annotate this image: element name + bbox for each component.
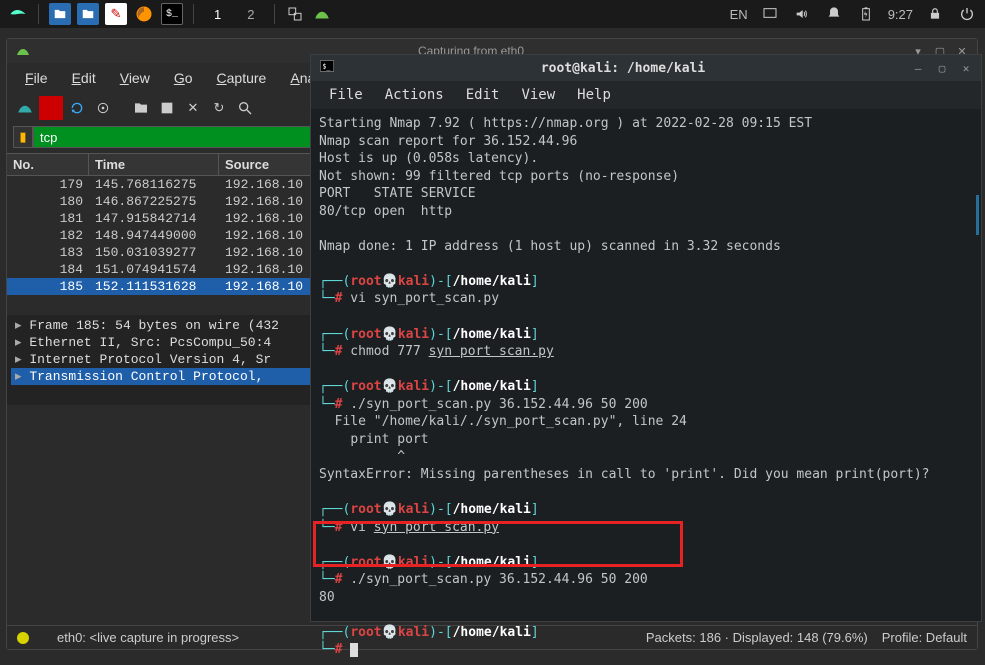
- taskbar-app-terminal[interactable]: $_: [161, 3, 183, 25]
- capture-options-icon[interactable]: [91, 96, 115, 120]
- lock-icon[interactable]: [925, 4, 945, 24]
- taskbar-app-editor[interactable]: ✎: [105, 3, 127, 25]
- taskbar-window-switch-icon[interactable]: [285, 4, 305, 24]
- start-capture-icon[interactable]: [13, 96, 37, 120]
- battery-icon[interactable]: [856, 4, 876, 24]
- term-menu-view[interactable]: View: [511, 85, 565, 105]
- wireshark-fin-icon: [15, 43, 31, 59]
- term-menu-actions[interactable]: Actions: [375, 85, 454, 105]
- system-taskbar: ✎ $_ 1 2 EN 9:27: [0, 0, 985, 28]
- save-icon[interactable]: [155, 96, 179, 120]
- col-time[interactable]: Time: [89, 154, 219, 175]
- display-icon[interactable]: [760, 4, 780, 24]
- stop-capture-icon[interactable]: [39, 96, 63, 120]
- menu-capture[interactable]: Capture: [207, 67, 277, 89]
- terminal-titlebar[interactable]: $_ root@kali: /home/kali – ▢ ✕: [311, 55, 981, 81]
- svg-text:$_: $_: [322, 63, 330, 71]
- kali-menu-icon[interactable]: [8, 4, 28, 24]
- term-menu-edit[interactable]: Edit: [456, 85, 510, 105]
- capture-live-dot-icon: [17, 632, 29, 644]
- restart-capture-icon[interactable]: [65, 96, 89, 120]
- taskbar-app-firefox[interactable]: [133, 3, 155, 25]
- terminal-scrollbar[interactable]: [976, 195, 979, 235]
- col-no[interactable]: No.: [7, 154, 89, 175]
- close-file-icon[interactable]: ✕: [181, 96, 205, 120]
- taskbar-app-files[interactable]: [49, 3, 71, 25]
- menu-view[interactable]: View: [110, 67, 160, 89]
- taskbar-app-wireshark[interactable]: [311, 3, 333, 25]
- term-menu-help[interactable]: Help: [567, 85, 621, 105]
- reload-icon[interactable]: ↻: [207, 96, 231, 120]
- filter-bookmark-icon[interactable]: ▮: [13, 126, 33, 148]
- menu-edit[interactable]: Edit: [62, 67, 106, 89]
- taskbar-app-filemgr[interactable]: [77, 3, 99, 25]
- term-minimize-button[interactable]: –: [911, 61, 925, 75]
- notification-icon[interactable]: [824, 4, 844, 24]
- terminal-content[interactable]: Starting Nmap 7.92 ( https://nmap.org ) …: [311, 109, 981, 665]
- term-maximize-button[interactable]: ▢: [935, 61, 949, 75]
- open-file-icon[interactable]: [129, 96, 153, 120]
- terminal-window: $_ root@kali: /home/kali – ▢ ✕ File Acti…: [310, 54, 982, 622]
- taskbar-lang[interactable]: EN: [730, 7, 748, 22]
- term-menu-file[interactable]: File: [319, 85, 373, 105]
- taskbar-clock[interactable]: 9:27: [888, 7, 913, 22]
- power-icon[interactable]: [957, 4, 977, 24]
- terminal-app-icon: $_: [319, 58, 335, 78]
- term-close-button[interactable]: ✕: [959, 61, 973, 75]
- terminal-menubar: File Actions Edit View Help: [311, 81, 981, 109]
- terminal-title: root@kali: /home/kali: [345, 61, 901, 76]
- workspace-2[interactable]: 2: [237, 5, 264, 24]
- volume-icon[interactable]: [792, 4, 812, 24]
- workspace-1[interactable]: 1: [204, 5, 231, 24]
- find-icon[interactable]: [233, 96, 257, 120]
- menu-go[interactable]: Go: [164, 67, 203, 89]
- col-source[interactable]: Source: [219, 154, 319, 175]
- menu-file[interactable]: File: [15, 67, 58, 89]
